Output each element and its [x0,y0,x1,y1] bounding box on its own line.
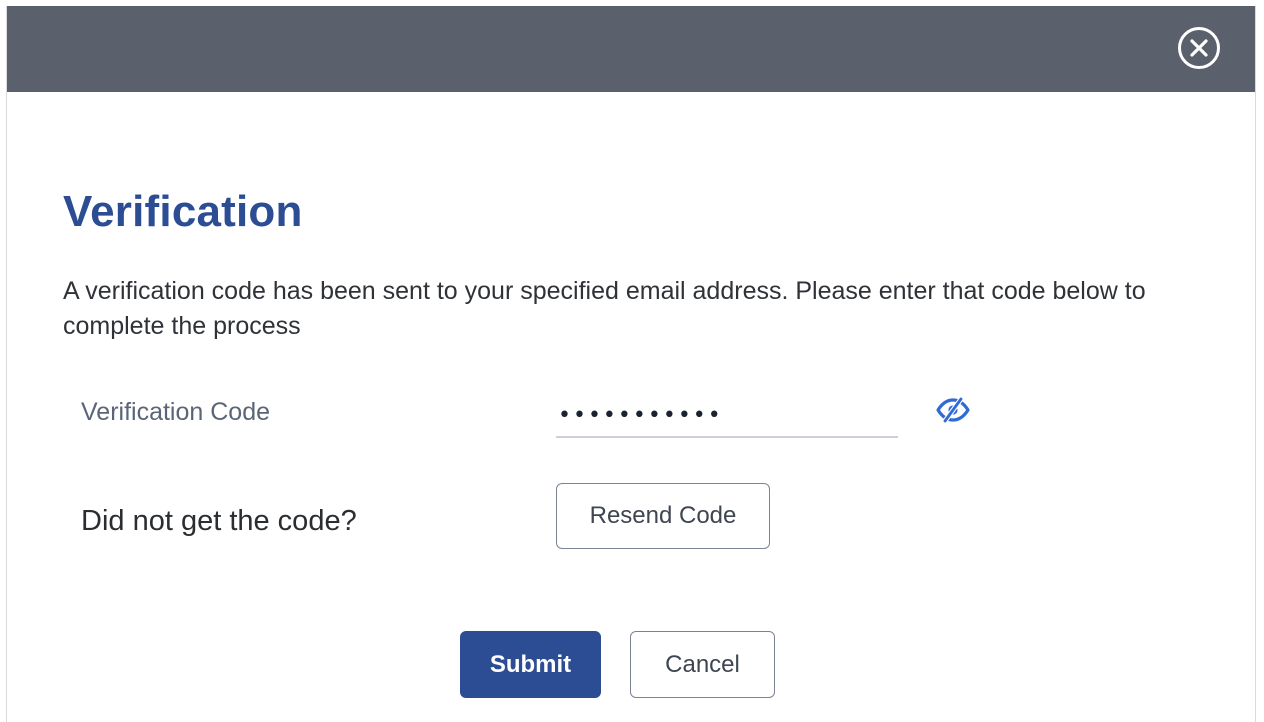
toggle-visibility-button[interactable] [934,395,972,425]
eye-slash-icon [936,397,970,423]
verification-code-label: Verification Code [81,398,271,426]
dialog-title: Verification [63,187,303,236]
dialog-header [7,6,1255,92]
verification-code-input[interactable] [556,394,898,438]
resend-prompt-text: Did not get the code? [81,505,357,537]
close-circle-icon [1178,27,1220,69]
close-button[interactable] [1177,26,1221,70]
dialog-description: A verification code has been sent to you… [63,277,1146,340]
submit-button[interactable]: Submit [460,631,601,698]
verification-dialog: Verification A verification code has bee… [6,6,1256,722]
cancel-button[interactable]: Cancel [630,631,775,698]
resend-code-button[interactable]: Resend Code [556,483,770,549]
